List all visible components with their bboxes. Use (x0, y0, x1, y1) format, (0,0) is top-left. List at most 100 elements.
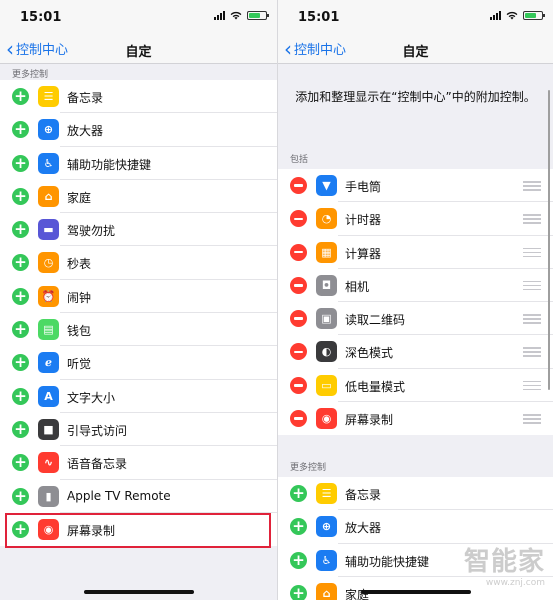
list-item[interactable]: ▭ 低电量模式 (278, 368, 553, 403)
reorder-handle-icon[interactable] (523, 314, 541, 324)
add-control-button[interactable]: + (12, 454, 29, 472)
remove-control-button[interactable] (290, 343, 307, 361)
list-item[interactable]: + ◉ 屏幕录制 (0, 512, 277, 547)
left-phone-screen: 15:01 ‹ 控制中心 自定 更多控制 + ☰ 备忘录 + ⊕ 放大器 + ♿… (0, 0, 277, 600)
home-icon: ⌂ (38, 185, 59, 207)
list-item[interactable]: + ■ 引导式访问 (0, 412, 277, 447)
text-size-icon: A (38, 385, 59, 407)
reorder-handle-icon[interactable] (523, 247, 541, 258)
list-item[interactable]: + ☰ 备忘录 (278, 477, 553, 511)
reorder-handle-icon[interactable] (523, 347, 541, 357)
control-label: 低电量模式 (345, 379, 406, 394)
dark-mode-icon: ◐ (316, 341, 337, 363)
reorder-handle-icon[interactable] (523, 181, 541, 191)
magnifier-icon: ⊕ (316, 516, 337, 538)
list-item[interactable]: + ⌂ 家庭 (0, 179, 277, 214)
battery-icon (247, 11, 269, 20)
list-item[interactable]: + ▤ 钱包 (0, 313, 277, 347)
list-item[interactable]: ▦ 计算器 (278, 235, 553, 269)
qr-code-icon: ▣ (316, 308, 337, 330)
list-item[interactable]: + ▬ 驾驶勿扰 (0, 213, 277, 247)
add-control-button[interactable]: + (290, 584, 307, 600)
navigation-bar: ‹ 控制中心 自定 (278, 34, 553, 64)
control-label: 家庭 (67, 190, 92, 205)
add-control-button[interactable]: + (12, 221, 29, 239)
right-phone-screen: 15:01 ‹ 控制中心 自定 添加和整理显示在“控制中心”中的附加控制。 包括… (277, 0, 553, 600)
list-item[interactable]: + ▮ Apple TV Remote (0, 479, 277, 513)
included-controls-list: ▼ 手电筒 ◔ 计时器 ▦ 计算器 ◘ 相机 ▣ 读取二维码 ◐ 深色模式 ▭ 低电量模式 ◉ 屏幕录制 (278, 169, 553, 436)
remove-control-button[interactable] (290, 210, 307, 228)
reorder-handle-icon[interactable] (523, 414, 541, 424)
control-label: 读取二维码 (345, 313, 406, 328)
add-control-button[interactable]: + (12, 254, 29, 272)
add-control-button[interactable]: + (290, 518, 307, 536)
notes-icon: ☰ (38, 86, 59, 107)
waveform-icon: ∿ (38, 452, 59, 474)
wifi-icon (230, 11, 242, 20)
scrollbar[interactable] (548, 90, 550, 390)
add-control-button[interactable]: + (12, 121, 29, 139)
add-control-button[interactable]: + (12, 420, 29, 438)
remove-control-button[interactable] (290, 276, 307, 294)
magnifier-icon: ⊕ (38, 119, 59, 141)
control-label: 屏幕录制 (345, 413, 394, 428)
stopwatch-icon: ◷ (38, 252, 59, 274)
add-control-button[interactable]: + (12, 187, 29, 205)
list-item[interactable]: ◉ 屏幕录制 (278, 402, 553, 436)
control-label: 手电筒 (345, 180, 382, 194)
list-item[interactable]: ◔ 计时器 (278, 202, 553, 236)
list-item[interactable]: + ⏰ 闹钟 (0, 279, 277, 314)
record-icon: ◉ (38, 518, 59, 540)
reorder-handle-icon[interactable] (523, 280, 541, 291)
list-item[interactable]: + A 文字大小 (0, 379, 277, 413)
camera-icon: ◘ (316, 274, 337, 296)
remove-control-button[interactable] (290, 376, 307, 394)
reorder-handle-icon[interactable] (523, 214, 541, 224)
control-label: 放大器 (345, 521, 382, 536)
accessibility-icon: ♿ (316, 549, 337, 571)
remove-control-button[interactable] (290, 243, 307, 261)
add-control-button[interactable]: + (12, 321, 29, 339)
add-control-button[interactable]: + (12, 88, 29, 105)
lock-icon: ■ (38, 418, 59, 440)
remove-control-button[interactable] (290, 177, 307, 194)
control-label: 辅助功能快捷键 (345, 554, 430, 569)
list-item[interactable]: + ∿ 语音备忘录 (0, 446, 277, 480)
add-control-button[interactable]: + (12, 487, 29, 505)
add-control-button[interactable]: + (290, 551, 307, 569)
list-item[interactable]: + ☰ 备忘录 (0, 80, 277, 114)
car-icon: ▬ (38, 219, 59, 241)
list-item[interactable]: ◐ 深色模式 (278, 335, 553, 369)
control-label: 秒表 (67, 257, 92, 272)
list-item[interactable]: ▣ 读取二维码 (278, 302, 553, 336)
control-label: 文字大小 (67, 390, 116, 405)
control-label: 计时器 (345, 213, 382, 228)
control-label: 听觉 (67, 357, 92, 372)
add-control-button[interactable]: + (12, 287, 29, 305)
list-item[interactable]: ▼ 手电筒 (278, 169, 553, 203)
navigation-bar: ‹ 控制中心 自定 (0, 34, 277, 64)
list-item[interactable]: + ⊕ 放大器 (278, 510, 553, 544)
add-control-button[interactable]: + (12, 520, 29, 538)
flashlight-icon: ▼ (316, 175, 337, 196)
list-item[interactable]: + ℯ 听觉 (0, 346, 277, 380)
list-item[interactable]: ◘ 相机 (278, 268, 553, 303)
control-label: 闹钟 (67, 290, 92, 305)
remove-control-button[interactable] (290, 410, 307, 428)
status-time: 15:01 (298, 10, 340, 25)
add-control-button[interactable]: + (12, 354, 29, 372)
status-icons (214, 11, 269, 20)
add-control-button[interactable]: + (12, 154, 29, 172)
wallet-icon: ▤ (38, 319, 59, 341)
list-item[interactable]: + ♿ 辅助功能快捷键 (0, 146, 277, 180)
list-item[interactable]: + ⊕ 放大器 (0, 113, 277, 147)
reorder-handle-icon[interactable] (523, 380, 541, 391)
add-control-button[interactable]: + (12, 387, 29, 405)
battery-icon (523, 11, 545, 20)
remove-control-button[interactable] (290, 310, 307, 328)
battery-icon: ▭ (316, 374, 337, 396)
section-header-more-controls: 更多控制 (12, 70, 49, 80)
list-item[interactable]: + ◷ 秒表 (0, 246, 277, 280)
status-icons (490, 11, 545, 20)
add-control-button[interactable]: + (290, 485, 307, 502)
